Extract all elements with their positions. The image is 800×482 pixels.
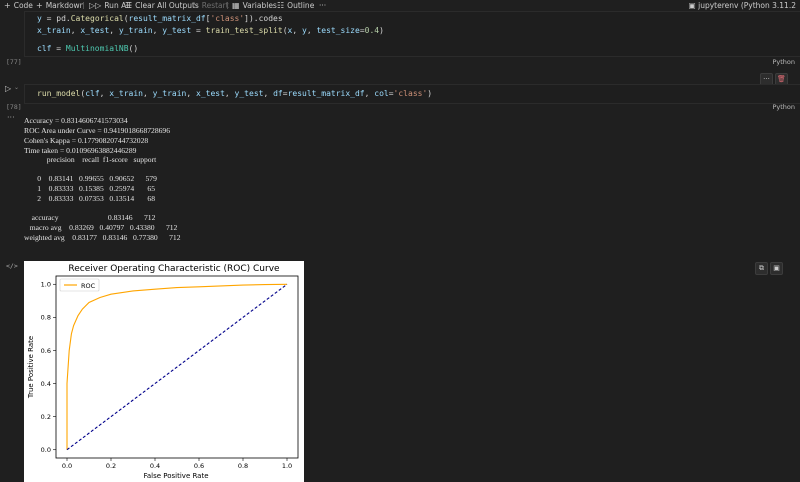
x-tick-label: 0.2	[106, 462, 116, 470]
add-markdown-button[interactable]: + Markdown	[36, 0, 84, 11]
summary-row: accuracy 0.83146 712	[24, 213, 156, 222]
variables-icon: ▦	[232, 1, 240, 10]
x-tick-label: 0.8	[238, 462, 248, 470]
report-row: 0 0.83141 0.99655 0.90652 579	[24, 174, 157, 183]
restart-icon: ↻	[192, 1, 199, 10]
roc-chart: Receiver Operating Characteristic (ROC) …	[24, 261, 304, 482]
notebook-toolbar: + Code + Markdown ▷▷ Run All ☰ Clear All Out…	[0, 0, 800, 11]
y-tick-label: 0.4	[41, 380, 51, 388]
kappa-text: Cohen's Kappa = 0.17790820744732028	[24, 136, 149, 145]
outline-button[interactable]: ☷ Outline	[277, 0, 314, 11]
plus-icon: +	[36, 1, 43, 10]
outline-icon: ☷	[277, 1, 285, 10]
roc-chart-svg: Receiver Operating Characteristic (ROC) …	[27, 264, 299, 480]
code-line: y = pd.Categorical(result_matrix_df['cla…	[37, 14, 283, 23]
y-axis-label: True Positive Rate	[27, 336, 35, 399]
x-tick-label: 0.4	[150, 462, 160, 470]
plus-icon: +	[4, 1, 11, 10]
report-header: precision recall f1-score support	[24, 155, 157, 164]
kernel-selector[interactable]: ▣ jupyterenv (Python 3.11.2	[689, 0, 796, 11]
x-tick-label: 1.0	[282, 462, 292, 470]
summary-row: weighted avg 0.83177 0.83146 0.77380 712	[24, 233, 181, 242]
chance-line	[66, 283, 288, 451]
report-row: 2 0.83333 0.07353 0.13514 68	[24, 194, 155, 203]
run-all-icon: ▷▷	[89, 1, 102, 10]
code-line: clf = MultinomialNB()	[37, 44, 139, 53]
chevron-down-icon[interactable]: ⌄	[14, 84, 19, 91]
clear-icon: ☰	[125, 1, 133, 10]
x-tick-label: 0.0	[62, 462, 72, 470]
cell-language[interactable]: Python	[772, 58, 795, 66]
add-code-button[interactable]: + Code	[4, 0, 33, 11]
kernel-icon: ▣	[688, 1, 699, 10]
save-icon[interactable]: ▣	[770, 262, 783, 275]
code-line: x_train, x_test, y_train, y_test = train…	[37, 26, 384, 35]
x-axis-label: False Positive Rate	[143, 472, 208, 480]
summary-row: macro avg 0.83269 0.40797 0.43380 712	[24, 223, 178, 232]
execution-count: [78]	[6, 103, 22, 111]
more-actions-icon[interactable]: ···	[319, 0, 326, 11]
y-tick-label: 0.8	[41, 314, 51, 322]
variables-button[interactable]: ▦ Variables	[232, 0, 277, 11]
y-tick-label: 0.6	[41, 347, 51, 355]
toolbar-divider	[227, 2, 228, 9]
output-toolbar: ⧉ ▣	[755, 262, 783, 275]
code-line: run_model(clf, x_train, y_train, x_test,…	[37, 89, 433, 98]
y-tick-label: 0.2	[41, 413, 51, 421]
restart-button[interactable]: ↻ Restart	[192, 0, 229, 11]
chart-title: Receiver Operating Characteristic (ROC) …	[68, 264, 280, 274]
clear-all-outputs-button[interactable]: ☰ Clear All Outputs	[125, 0, 199, 11]
output-menu-icon[interactable]: ···	[7, 113, 15, 122]
y-tick-label: 0.0	[41, 446, 51, 454]
toolbar-divider	[83, 2, 84, 9]
copy-icon[interactable]: ⧉	[755, 262, 768, 275]
legend-label: ROC	[81, 282, 96, 290]
cell-language[interactable]: Python	[772, 103, 795, 111]
run-cell-icon[interactable]: ▷	[5, 84, 11, 93]
legend: ROC	[59, 278, 100, 292]
code-output-icon[interactable]: </>	[6, 262, 18, 270]
accuracy-text: Accuracy = 0.8314606741573034	[24, 116, 128, 125]
x-tick-label: 0.6	[194, 462, 204, 470]
report-row: 1 0.83333 0.15385 0.25974 65	[24, 184, 155, 193]
y-tick-label: 1.0	[41, 281, 51, 289]
execution-count: [77]	[6, 58, 22, 66]
roc-auc-text: ROC Area under Curve = 0.941901866872869…	[24, 126, 171, 135]
